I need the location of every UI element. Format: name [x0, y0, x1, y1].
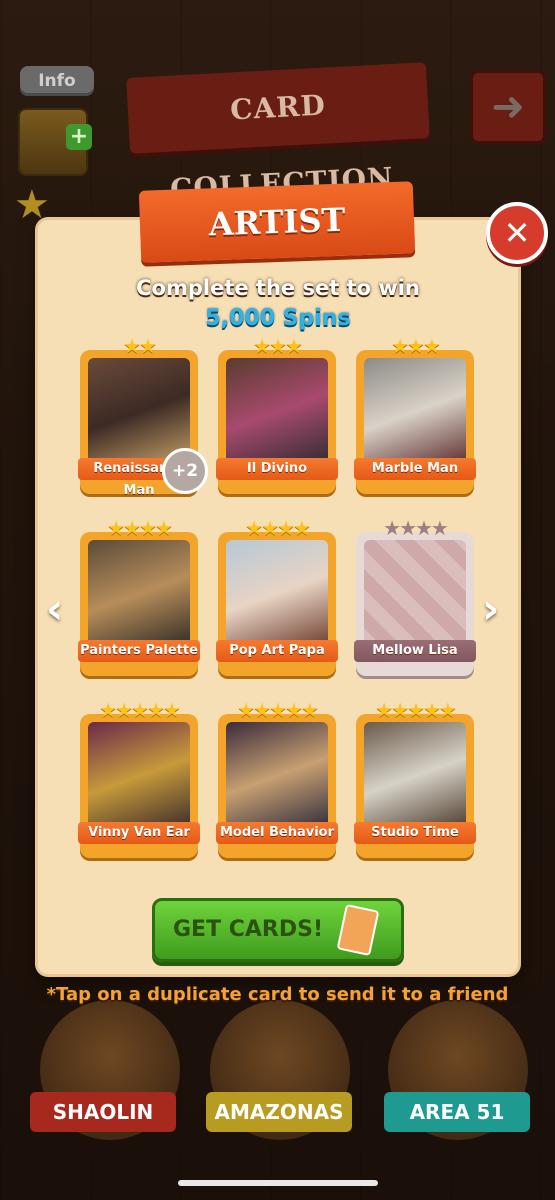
close-button[interactable]: ✕ — [486, 202, 548, 264]
get-cards-label: GET CARDS! — [173, 917, 324, 942]
duplicate-hint: *Tap on a duplicate card to send it to a… — [46, 984, 509, 1005]
set-label-area51: AREA 51 — [384, 1092, 530, 1132]
duplicate-count-badge: +2 — [162, 448, 208, 494]
card-label: Marble Man — [354, 458, 476, 480]
card-marble-man[interactable]: ★★★ Marble Man — [354, 334, 476, 494]
back-button[interactable]: ➜ — [470, 70, 546, 144]
card-stars: ★★★★ — [245, 516, 311, 540]
set-subtitle: Complete the set to win — [136, 276, 420, 300]
card-placeholder-art — [364, 540, 466, 648]
set-name-banner: ARTIST — [138, 181, 416, 263]
card-art — [364, 358, 466, 466]
card-studio-time[interactable]: ★★★★★ Studio Time — [354, 698, 476, 858]
card-label: Model Behavior — [216, 822, 338, 844]
card-label: Mellow Lisa — [354, 640, 476, 662]
card-il-divino[interactable]: ★★★ Il Divino — [216, 334, 338, 494]
card-stars: ★★★★ — [107, 516, 173, 540]
card-pop-art-papa[interactable]: ★★★★ Pop Art Papa — [216, 516, 338, 676]
card-stars: ★★★★★ — [99, 698, 181, 722]
info-button[interactable]: Info — [20, 66, 94, 96]
card-label: Studio Time — [354, 822, 476, 844]
card-label: Pop Art Papa — [216, 640, 338, 662]
get-cards-button[interactable]: GET CARDS! — [152, 898, 404, 962]
card-art — [88, 540, 190, 648]
card-art — [226, 358, 328, 466]
set-label-shaolin: SHAOLIN — [30, 1092, 176, 1132]
previous-set-arrow-icon[interactable]: ‹ — [46, 584, 63, 633]
set-label-amazonas: AMAZONAS — [206, 1092, 352, 1132]
set-reward: 5,000 Spins — [205, 306, 351, 331]
card-mellow-lisa[interactable]: ★★★★ Mellow Lisa — [354, 516, 476, 676]
title-banner: CARD COLLECTION — [126, 62, 430, 206]
card-art — [226, 540, 328, 648]
card-art — [364, 722, 466, 830]
card-art — [88, 722, 190, 830]
close-icon: ✕ — [503, 214, 531, 252]
card-label: Il Divino — [216, 458, 338, 480]
top-bar: Info + ★ CARD COLLECTION ➜ — [0, 0, 555, 228]
back-arrow-icon: ➜ — [491, 84, 525, 130]
card-stars: ★★ — [123, 334, 157, 358]
card-label: Vinny Van Ear — [78, 822, 200, 844]
cards-icon — [336, 903, 380, 957]
card-stars: ★★★★★ — [237, 698, 319, 722]
card-painters-palette[interactable]: ★★★★ Painters Palette — [78, 516, 200, 676]
plus-icon[interactable]: + — [66, 124, 92, 150]
next-set-arrow-icon[interactable]: › — [482, 584, 499, 633]
card-art — [226, 722, 328, 830]
card-stars: ★★★ — [253, 334, 303, 358]
card-model-behavior[interactable]: ★★★★★ Model Behavior — [216, 698, 338, 858]
card-stars: ★★★ — [391, 334, 441, 358]
home-indicator — [178, 1180, 378, 1186]
card-vinny-van-ear[interactable]: ★★★★★ Vinny Van Ear — [78, 698, 200, 858]
card-stars: ★★★★ — [383, 516, 449, 540]
set-name: ARTIST — [208, 200, 346, 244]
card-label: Painters Palette — [78, 640, 200, 662]
card-stars: ★★★★★ — [375, 698, 457, 722]
